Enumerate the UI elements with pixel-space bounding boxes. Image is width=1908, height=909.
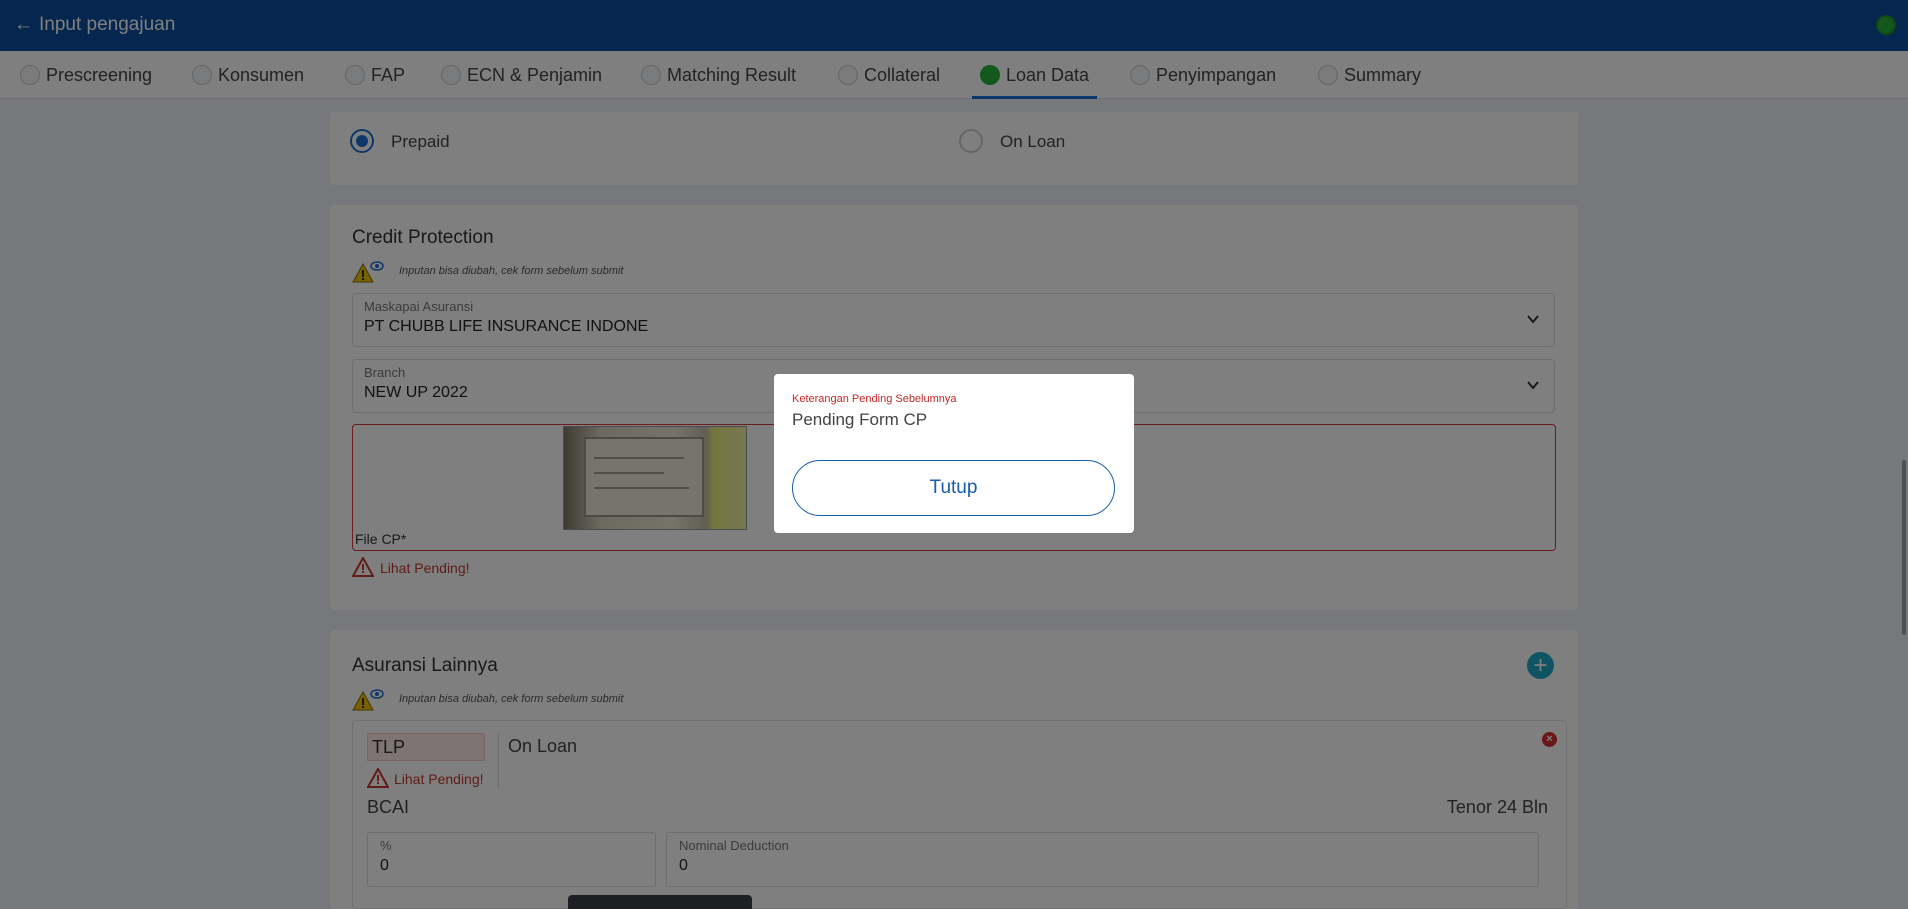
dialog-title: Keterangan Pending Sebelumnya [792,393,957,405]
dialog-message: Pending Form CP [792,410,928,429]
pending-info-dialog: Keterangan Pending Sebelumnya Pending Fo… [774,374,1134,533]
close-button[interactable]: Tutup [792,460,1115,516]
